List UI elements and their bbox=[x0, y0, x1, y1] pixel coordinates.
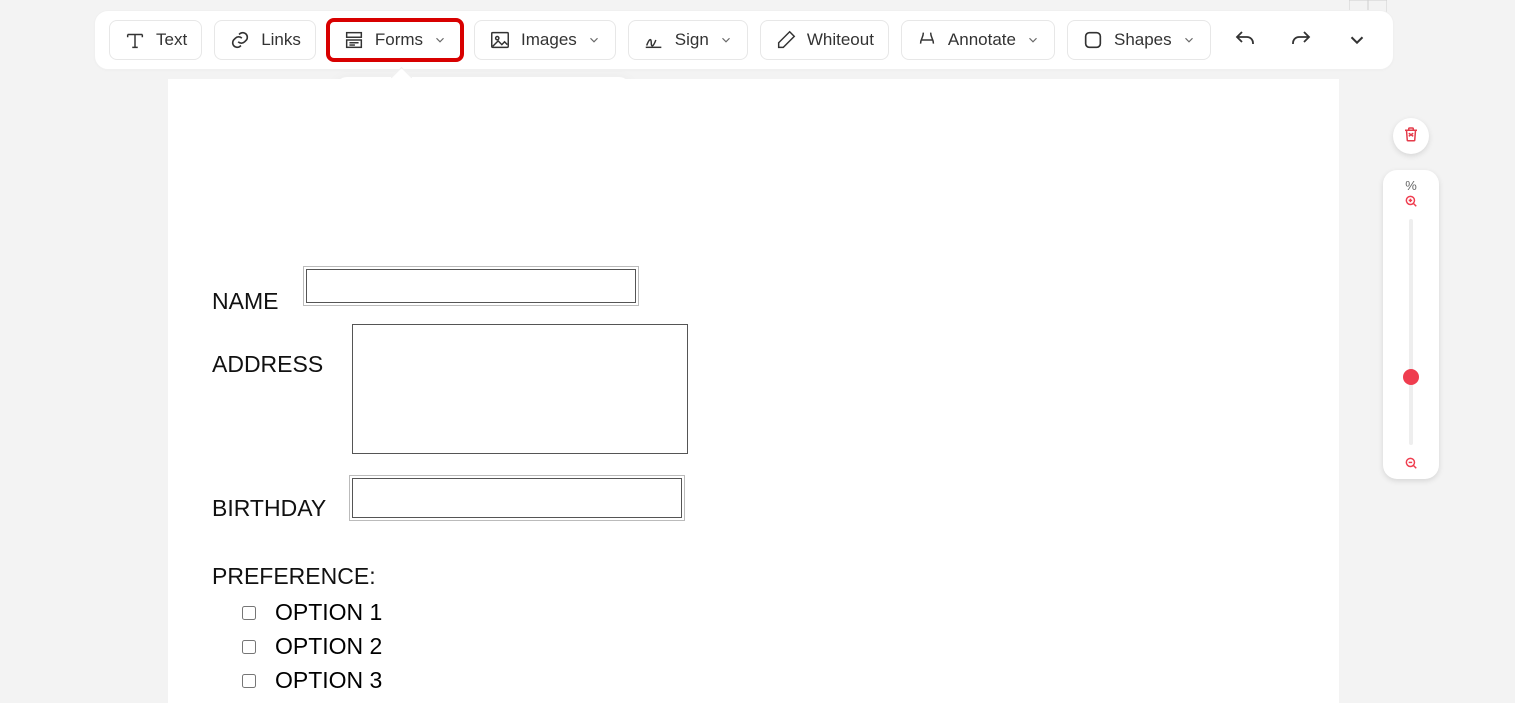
annotate-tool-label: Annotate bbox=[948, 30, 1016, 50]
redo-button[interactable] bbox=[1279, 20, 1323, 60]
address-field-label: ADDRESS bbox=[212, 351, 323, 378]
annotate-tool-button[interactable]: Annotate bbox=[901, 20, 1055, 60]
chevron-down-icon bbox=[1346, 29, 1368, 51]
preference-option-2-checkbox[interactable] bbox=[242, 640, 256, 654]
signature-icon bbox=[643, 29, 665, 51]
links-tool-button[interactable]: Links bbox=[214, 20, 316, 60]
text-icon bbox=[124, 29, 146, 51]
preference-option-1-label: OPTION 1 bbox=[275, 599, 382, 626]
preference-option-3-checkbox[interactable] bbox=[242, 674, 256, 688]
delete-page-button[interactable] bbox=[1393, 118, 1429, 154]
preference-label: PREFERENCE: bbox=[212, 563, 376, 590]
preference-option-3: OPTION 3 bbox=[238, 667, 382, 694]
image-icon bbox=[489, 29, 511, 51]
editor-toolbar: Text Links Forms bbox=[94, 10, 1394, 70]
annotate-icon bbox=[916, 29, 938, 51]
preference-option-3-label: OPTION 3 bbox=[275, 667, 382, 694]
forms-tool-button[interactable]: Forms bbox=[328, 20, 462, 60]
zoom-in-button[interactable] bbox=[1403, 193, 1419, 209]
collapse-toolbar-button[interactable] bbox=[1335, 20, 1379, 60]
chevron-down-icon bbox=[433, 33, 447, 47]
text-tool-label: Text bbox=[156, 30, 187, 50]
preference-option-2-label: OPTION 2 bbox=[275, 633, 382, 660]
zoom-percent-label: % bbox=[1405, 178, 1417, 193]
address-textarea-field[interactable] bbox=[352, 324, 688, 454]
chevron-down-icon bbox=[1182, 33, 1196, 47]
zoom-out-button[interactable] bbox=[1403, 455, 1419, 471]
text-tool-button[interactable]: Text bbox=[109, 20, 202, 60]
birthday-field-label: BIRTHDAY bbox=[212, 495, 326, 522]
images-tool-button[interactable]: Images bbox=[474, 20, 616, 60]
link-icon bbox=[229, 29, 251, 51]
name-field-label: NAME bbox=[212, 288, 278, 315]
shapes-tool-button[interactable]: Shapes bbox=[1067, 20, 1211, 60]
name-text-field[interactable] bbox=[306, 269, 636, 303]
chevron-down-icon bbox=[719, 33, 733, 47]
chevron-down-icon bbox=[587, 33, 601, 47]
shapes-tool-label: Shapes bbox=[1114, 30, 1172, 50]
birthday-text-field[interactable] bbox=[352, 478, 682, 518]
trash-icon bbox=[1402, 125, 1420, 148]
zoom-thumb[interactable] bbox=[1403, 369, 1419, 385]
zoom-slider: % bbox=[1383, 170, 1439, 479]
links-tool-label: Links bbox=[261, 30, 301, 50]
chevron-down-icon bbox=[1026, 33, 1040, 47]
zoom-track[interactable] bbox=[1409, 219, 1413, 445]
redo-icon bbox=[1289, 28, 1313, 52]
preference-option-1-checkbox[interactable] bbox=[242, 606, 256, 620]
sign-tool-button[interactable]: Sign bbox=[628, 20, 748, 60]
forms-icon bbox=[343, 29, 365, 51]
preference-option-2: OPTION 2 bbox=[238, 633, 382, 660]
preference-option-1: OPTION 1 bbox=[238, 599, 382, 626]
images-tool-label: Images bbox=[521, 30, 577, 50]
eraser-icon bbox=[775, 29, 797, 51]
shapes-icon bbox=[1082, 29, 1104, 51]
document-page[interactable]: NAME ADDRESS BIRTHDAY PREFERENCE: OPTION… bbox=[168, 79, 1339, 703]
undo-icon bbox=[1233, 28, 1257, 52]
whiteout-tool-label: Whiteout bbox=[807, 30, 874, 50]
whiteout-tool-button[interactable]: Whiteout bbox=[760, 20, 889, 60]
forms-tool-label: Forms bbox=[375, 30, 423, 50]
sign-tool-label: Sign bbox=[675, 30, 709, 50]
undo-button[interactable] bbox=[1223, 20, 1267, 60]
